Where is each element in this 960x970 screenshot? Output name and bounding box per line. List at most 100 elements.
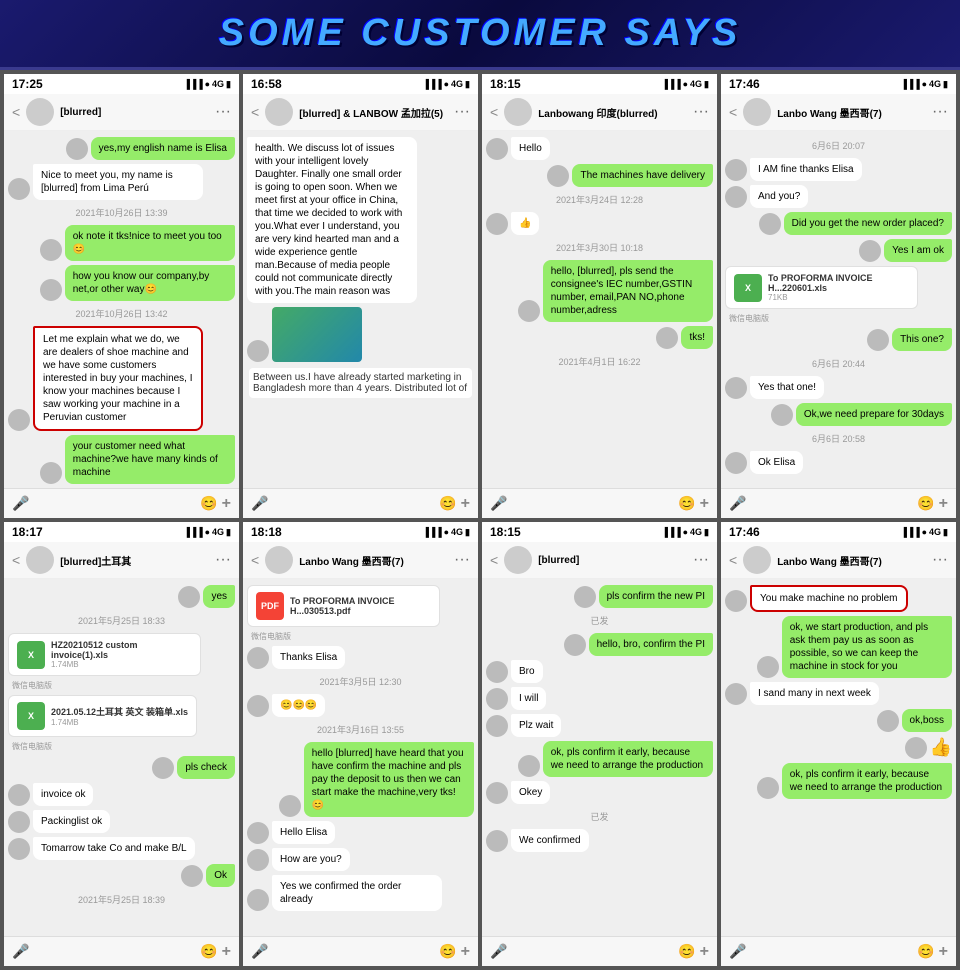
more-dots[interactable]: ··· (932, 551, 948, 569)
message-row: ok note it tks!nice to meet you too 😊 (8, 225, 235, 261)
back-arrow[interactable]: < (490, 552, 498, 568)
voice-icon[interactable]: 🎤 (729, 943, 746, 960)
file-attachment[interactable]: X 2021.05.12土耳其 英文 装箱单.xls 1.74MB (8, 695, 197, 737)
message-bubble: Ok (206, 864, 235, 887)
file-icon: X (17, 641, 45, 669)
back-arrow[interactable]: < (251, 552, 259, 568)
emoji-icon[interactable]: 😊 (200, 943, 217, 960)
input-bar[interactable]: 🎤 😊 + (243, 936, 478, 966)
emoji-icon[interactable]: 😊 (678, 495, 695, 512)
file-name: HZ20210512 custom invoice(1).xls (51, 640, 192, 660)
message-bubble: ok, we start production, and pls ask the… (782, 616, 952, 678)
emoji-icon[interactable]: 😊 (678, 943, 695, 960)
more-dots[interactable]: ··· (215, 103, 231, 121)
chat-name: Lanbo Wang 墨西哥(7) (777, 553, 926, 568)
message-bubble: Did you get the new order placed? (784, 212, 952, 235)
message-bubble: Nice to meet you, my name is [blurred] f… (33, 164, 203, 200)
avatar (725, 186, 747, 208)
add-icon[interactable]: + (222, 943, 231, 961)
back-arrow[interactable]: < (12, 104, 20, 120)
status-time: 18:17 (12, 525, 43, 539)
voice-icon[interactable]: 🎤 (490, 943, 507, 960)
message-bubble: I will (511, 687, 546, 710)
voice-icon[interactable]: 🎤 (490, 495, 507, 512)
message-bubble: Yes I am ok (884, 239, 952, 262)
back-arrow[interactable]: < (729, 104, 737, 120)
file-message-row: X 2021.05.12土耳其 英文 装箱单.xls 1.74MB (8, 695, 235, 737)
chat-name: [blurred] (538, 555, 687, 566)
message-row: hello [blurred] have heard that you have… (247, 742, 474, 817)
voice-icon[interactable]: 🎤 (729, 495, 746, 512)
status-time: 18:18 (251, 525, 282, 539)
file-info: 2021.05.12土耳其 英文 装箱单.xls 1.74MB (51, 705, 188, 727)
voice-icon[interactable]: 🎤 (12, 943, 29, 960)
voice-icon[interactable]: 🎤 (251, 495, 268, 512)
avatar (725, 452, 747, 474)
voice-icon[interactable]: 🎤 (251, 943, 268, 960)
message-bubble: yes,my english name is Elisa (91, 137, 235, 160)
file-info: HZ20210512 custom invoice(1).xls 1.74MB (51, 640, 192, 669)
more-dots[interactable]: ··· (215, 551, 231, 569)
input-bar[interactable]: 🎤 😊 + (721, 936, 956, 966)
file-attachment[interactable]: PDF To PROFORMA INVOICE H...030513.pdf (247, 585, 440, 627)
file-message-row: PDF To PROFORMA INVOICE H...030513.pdf (247, 585, 474, 627)
input-bar[interactable]: 🎤 😊 + (482, 488, 717, 518)
message-row: tks! (486, 326, 713, 349)
chat-name: [blurred] & LANBOW 孟加拉(5) (299, 105, 448, 120)
input-bar[interactable]: 🎤 😊 + (4, 936, 239, 966)
message-bubble: Okey (511, 781, 550, 804)
more-dots[interactable]: ··· (693, 551, 709, 569)
phone-screen-7: 18:15 ▐▐▐ ● 4G ▮ < [blurred] ··· pls con… (482, 522, 717, 966)
wechat-label: 微信电脑版 (12, 680, 235, 691)
timestamp: 6月6日 20:07 (725, 139, 952, 152)
add-icon[interactable]: + (461, 495, 470, 513)
status-bar: 18:17 ▐▐▐ ● 4G ▮ (4, 522, 239, 542)
more-dots[interactable]: ··· (454, 103, 470, 121)
chat-avatar (265, 98, 293, 126)
messages-area: You make machine no problemok, we start … (721, 579, 956, 936)
input-bar[interactable]: 🎤 😊 + (721, 488, 956, 518)
message-bubble: Thanks Elisa (272, 646, 345, 669)
add-icon[interactable]: + (700, 495, 709, 513)
avatar (486, 782, 508, 804)
back-arrow[interactable]: < (12, 552, 20, 568)
input-bar[interactable]: 🎤 😊 + (4, 488, 239, 518)
add-icon[interactable]: + (700, 943, 709, 961)
message-bubble: Let me explain what we do, we are dealer… (33, 326, 203, 431)
message-row: Ok Elisa (725, 451, 952, 474)
more-dots[interactable]: ··· (693, 103, 709, 121)
add-icon[interactable]: + (939, 495, 948, 513)
add-icon[interactable]: + (939, 943, 948, 961)
voice-icon[interactable]: 🎤 (12, 495, 29, 512)
back-arrow[interactable]: < (490, 104, 498, 120)
back-arrow[interactable]: < (251, 104, 259, 120)
message-bubble: how you know our company,by net,or other… (65, 265, 235, 301)
status-time: 17:25 (12, 77, 43, 91)
emoji-icon[interactable]: 😊 (439, 943, 456, 960)
message-bubble: health. We discuss lot of issues with yo… (247, 137, 417, 303)
more-dots[interactable]: ··· (454, 551, 470, 569)
message-row: I will (486, 687, 713, 710)
file-attachment[interactable]: X HZ20210512 custom invoice(1).xls 1.74M… (8, 633, 201, 676)
phone-screen-5: 18:17 ▐▐▐ ● 4G ▮ < [blurred]土耳其 ··· yes2… (4, 522, 239, 966)
file-attachment[interactable]: X To PROFORMA INVOICE H...220601.xls 71K… (725, 266, 918, 309)
chat-avatar (743, 546, 771, 574)
status-icons: ▐▐▐ ● 4G ▮ (900, 79, 948, 90)
more-dots[interactable]: ··· (932, 103, 948, 121)
add-icon[interactable]: + (461, 943, 470, 961)
file-icon: PDF (256, 592, 284, 620)
add-icon[interactable]: + (222, 495, 231, 513)
emoji-icon[interactable]: 😊 (200, 495, 217, 512)
input-bar[interactable]: 🎤 😊 + (243, 488, 478, 518)
message-row: Ok,we need prepare for 30days (725, 403, 952, 426)
emoji-icon[interactable]: 😊 (917, 495, 934, 512)
back-arrow[interactable]: < (729, 552, 737, 568)
avatar (905, 737, 927, 759)
emoji-icon[interactable]: 😊 (439, 495, 456, 512)
message-row: pls check (8, 756, 235, 779)
avatar (757, 656, 779, 678)
emoji-icon[interactable]: 😊 (917, 943, 934, 960)
input-bar[interactable]: 🎤 😊 + (482, 936, 717, 966)
text-block: Between us.I have already started market… (249, 368, 472, 398)
message-bubble: We confirmed (511, 829, 589, 852)
